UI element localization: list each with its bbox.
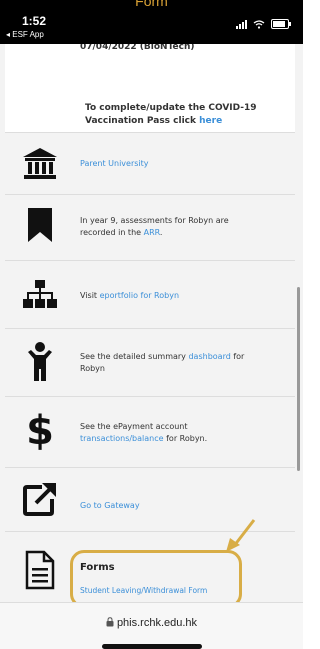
arr-link[interactable]: ARR bbox=[144, 228, 160, 237]
university-building-icon bbox=[20, 146, 60, 182]
covid-pass-link[interactable]: here bbox=[199, 116, 222, 126]
battery-icon bbox=[271, 19, 291, 29]
forms-title: Forms bbox=[80, 562, 115, 573]
list-item[interactable]: Visit eportfolio for Robyn bbox=[5, 261, 295, 329]
vaccination-date: 07/04/2022 (BioNTech) bbox=[80, 44, 195, 52]
bookmark-icon bbox=[20, 205, 60, 245]
status-icons bbox=[236, 19, 291, 29]
sitemap-icon bbox=[20, 277, 60, 313]
arr-text: In year 9, assessments for Robyn are rec… bbox=[80, 215, 255, 239]
item-text-after: . bbox=[159, 228, 163, 237]
wifi-icon bbox=[253, 19, 265, 29]
dashboard-text: See the detailed summary dashboard for R… bbox=[80, 351, 255, 375]
signal-icon bbox=[236, 19, 247, 29]
child-person-icon bbox=[20, 340, 60, 384]
item-text-after: for Robyn. bbox=[163, 434, 208, 443]
lock-icon bbox=[106, 617, 114, 627]
status-bar: 1:52 ◂ ESF App bbox=[0, 6, 303, 44]
annotation-arrow-icon bbox=[226, 519, 256, 552]
item-text-before: See the ePayment account bbox=[80, 422, 188, 431]
back-to-app-link[interactable]: ◂ ESF App bbox=[6, 30, 44, 39]
item-text-before: Visit bbox=[80, 291, 100, 300]
scrollbar[interactable] bbox=[297, 287, 300, 471]
clock: 1:52 bbox=[22, 14, 47, 28]
list-item[interactable]: See the detailed summary dashboard for R… bbox=[5, 329, 295, 397]
list-item[interactable]: In year 9, assessments for Robyn are rec… bbox=[5, 195, 295, 261]
page-content: 07/04/2022 (BioNTech) To complete/update… bbox=[0, 44, 303, 602]
covid-pass-label: To complete/update the COVID-19 Vaccinat… bbox=[85, 103, 257, 126]
gateway-link[interactable]: Go to Gateway bbox=[80, 501, 140, 510]
eportfolio-text: Visit eportfolio for Robyn bbox=[80, 290, 179, 302]
gateway-text: Go to Gateway bbox=[80, 500, 140, 512]
dollar-sign-icon: $ bbox=[26, 408, 54, 454]
dashboard-link[interactable]: dashboard bbox=[188, 352, 230, 361]
external-link-icon bbox=[20, 479, 60, 519]
epayment-link[interactable]: transactions/balance bbox=[80, 434, 164, 443]
parent-university-text: Parent University bbox=[80, 158, 149, 170]
student-leaving-form-link[interactable]: Student Leaving/Withdrawal Form bbox=[80, 586, 207, 595]
document-icon bbox=[20, 548, 60, 592]
epayment-text: See the ePayment account transactions/ba… bbox=[80, 421, 265, 445]
browser-address-bar: phis.rchk.edu.hk bbox=[0, 602, 303, 649]
home-indicator[interactable] bbox=[102, 644, 202, 649]
eportfolio-link[interactable]: eportfolio for Robyn bbox=[100, 291, 179, 300]
item-text-before: See the detailed summary bbox=[80, 352, 189, 361]
list-item[interactable]: $ See the ePayment account transactions/… bbox=[5, 397, 295, 468]
parent-university-link[interactable]: Parent University bbox=[80, 159, 149, 168]
vaccination-card: 07/04/2022 (BioNTech) To complete/update… bbox=[5, 44, 295, 133]
list-item[interactable]: Parent University bbox=[5, 133, 295, 195]
url-text: phis.rchk.edu.hk bbox=[116, 617, 198, 629]
covid-pass-text: To complete/update the COVID-19 Vaccinat… bbox=[85, 102, 275, 128]
url-display[interactable]: phis.rchk.edu.hk bbox=[0, 617, 303, 629]
